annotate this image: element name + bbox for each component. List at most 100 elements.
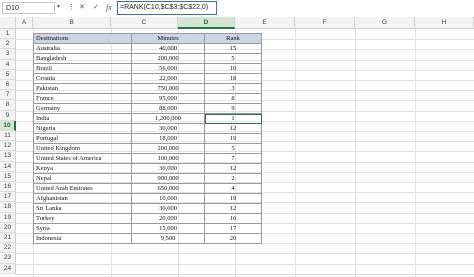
- rank-cell[interactable]: 12: [204, 203, 262, 214]
- rank-cell[interactable]: 4: [204, 183, 262, 194]
- rank-cell[interactable]: 12: [204, 123, 262, 134]
- row-header[interactable]: 19: [0, 212, 16, 223]
- destination-cell[interactable]: Croatia: [33, 73, 132, 84]
- minutes-cell[interactable]: 20,000: [131, 213, 205, 224]
- destination-cell[interactable]: Kenya: [33, 163, 132, 174]
- rank-cell[interactable]: 17: [204, 223, 262, 234]
- destination-cell[interactable]: Brazil: [33, 63, 132, 74]
- column-header-d[interactable]: D: [178, 17, 235, 29]
- name-box[interactable]: D10: [2, 2, 55, 14]
- destination-cell[interactable]: United States of America: [33, 153, 132, 164]
- minutes-cell[interactable]: 15,000: [131, 223, 205, 234]
- column-header-c[interactable]: C: [111, 17, 178, 29]
- rank-cell[interactable]: 9: [204, 103, 262, 114]
- row-header[interactable]: 8: [0, 100, 16, 111]
- row-header[interactable]: 4: [0, 59, 16, 70]
- destination-cell[interactable]: Nigeria: [33, 123, 132, 134]
- header-destinations[interactable]: Destinations: [33, 33, 132, 44]
- rank-cell[interactable]: 10: [204, 63, 262, 74]
- destination-cell[interactable]: France: [33, 93, 132, 104]
- column-header-a[interactable]: A: [16, 17, 33, 29]
- rank-cell[interactable]: 16: [204, 213, 262, 224]
- chevron-down-icon[interactable]: ▾: [57, 3, 60, 10]
- more-options-icon[interactable]: ⋮: [68, 3, 75, 13]
- minutes-cell[interactable]: 900,000: [131, 173, 205, 184]
- header-rank[interactable]: Rank: [204, 33, 262, 44]
- row-header[interactable]: 21: [0, 233, 16, 244]
- minutes-cell[interactable]: 9,500: [131, 233, 205, 244]
- minutes-cell[interactable]: 750,000: [131, 83, 205, 94]
- row-header[interactable]: 7: [0, 90, 16, 101]
- active-cell[interactable]: 1: [204, 113, 262, 124]
- insert-function-icon[interactable]: fx: [106, 3, 112, 13]
- row-header[interactable]: 22: [0, 243, 16, 254]
- minutes-cell[interactable]: 100,000: [131, 153, 205, 164]
- header-minutes[interactable]: Minutes: [131, 33, 205, 44]
- select-all-corner[interactable]: [0, 17, 16, 29]
- destination-cell[interactable]: Nepal: [33, 173, 132, 184]
- row-header[interactable]: 1: [0, 29, 16, 40]
- cancel-icon[interactable]: ✕: [79, 3, 85, 13]
- destination-cell[interactable]: Sri Lanka: [33, 203, 132, 214]
- rank-cell[interactable]: 19: [204, 193, 262, 204]
- rank-cell[interactable]: 19: [204, 133, 262, 144]
- minutes-cell[interactable]: 22,000: [131, 73, 205, 84]
- row-header[interactable]: 16: [0, 182, 16, 193]
- minutes-cell[interactable]: 200,000: [131, 53, 205, 64]
- minutes-cell[interactable]: 56,000: [131, 63, 205, 74]
- minutes-cell[interactable]: 650,000: [131, 183, 205, 194]
- minutes-cell[interactable]: 30,000: [131, 163, 205, 174]
- minutes-cell[interactable]: 88,000: [131, 103, 205, 114]
- rank-cell[interactable]: 18: [204, 73, 262, 84]
- destination-cell[interactable]: Pakistan: [33, 83, 132, 94]
- rank-cell[interactable]: 15: [204, 43, 262, 54]
- row-header[interactable]: 17: [0, 192, 16, 203]
- destination-cell[interactable]: Bangladesh: [33, 53, 132, 64]
- minutes-cell[interactable]: 30,000: [131, 203, 205, 214]
- rank-cell[interactable]: 2: [204, 173, 262, 184]
- rank-cell[interactable]: 7: [204, 153, 262, 164]
- row-header[interactable]: 11: [0, 131, 16, 142]
- minutes-cell[interactable]: 1,200,000: [131, 113, 205, 124]
- rank-cell[interactable]: 20: [204, 233, 262, 244]
- minutes-cell[interactable]: 95,000: [131, 93, 205, 104]
- row-header[interactable]: 10: [0, 120, 16, 131]
- destination-cell[interactable]: United Kingdom: [33, 143, 132, 154]
- column-header-g[interactable]: G: [355, 17, 415, 29]
- rank-cell[interactable]: 3: [204, 83, 262, 94]
- column-header-h[interactable]: H: [415, 17, 474, 29]
- destination-cell[interactable]: Syria: [33, 223, 132, 234]
- column-header-e[interactable]: E: [235, 17, 295, 29]
- row-header[interactable]: 23: [0, 253, 16, 264]
- column-header-f[interactable]: F: [295, 17, 355, 29]
- destination-cell[interactable]: Germany: [33, 103, 132, 114]
- row-header[interactable]: 18: [0, 202, 16, 213]
- destination-cell[interactable]: United Arab Emirates: [33, 183, 132, 194]
- formula-input[interactable]: =RANK(C10,$C$3:$C$22,0): [117, 1, 217, 15]
- row-header[interactable]: 6: [0, 80, 16, 91]
- rank-cell[interactable]: 12: [204, 163, 262, 174]
- row-header[interactable]: 3: [0, 49, 16, 60]
- minutes-cell[interactable]: 10,000: [131, 193, 205, 204]
- rank-cell[interactable]: 8: [204, 93, 262, 104]
- minutes-cell[interactable]: 30,000: [131, 123, 205, 134]
- destination-cell[interactable]: Portugal: [33, 133, 132, 144]
- row-header[interactable]: 15: [0, 171, 16, 182]
- destination-cell[interactable]: India: [33, 113, 132, 124]
- row-header[interactable]: 24: [0, 263, 16, 274]
- row-header[interactable]: 12: [0, 141, 16, 152]
- rank-cell[interactable]: 5: [204, 53, 262, 64]
- destination-cell[interactable]: Indonesia: [33, 233, 132, 244]
- row-header[interactable]: 9: [0, 110, 16, 121]
- destination-cell[interactable]: Turkey: [33, 213, 132, 224]
- row-header[interactable]: 2: [0, 39, 16, 50]
- destination-cell[interactable]: Australia: [33, 43, 132, 54]
- minutes-cell[interactable]: 40,000: [131, 43, 205, 54]
- rank-cell[interactable]: 5: [204, 143, 262, 154]
- row-header[interactable]: 14: [0, 161, 16, 172]
- row-header[interactable]: 13: [0, 151, 16, 162]
- destination-cell[interactable]: Afghanistan: [33, 193, 132, 204]
- minutes-cell[interactable]: 200,000: [131, 143, 205, 154]
- row-header[interactable]: 5: [0, 69, 16, 80]
- minutes-cell[interactable]: 18,000: [131, 133, 205, 144]
